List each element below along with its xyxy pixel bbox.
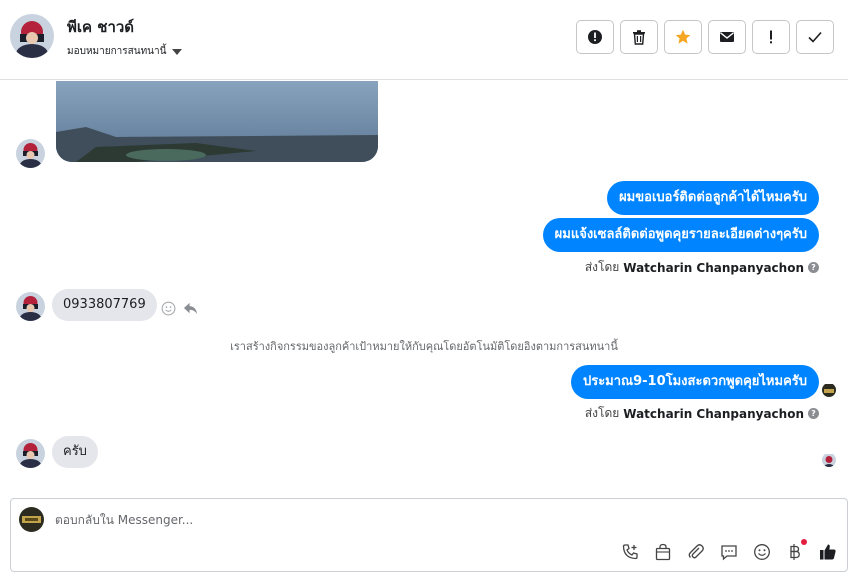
conversation-header: พีเค ชาวด์ มอบหมายการสนทนานี้: [0, 0, 848, 80]
outgoing-message[interactable]: ผมแจ้งเซลล์ติดต่อพูดคุยรายละเอียดต่างๆคร…: [542, 218, 819, 252]
seen-avatar: [822, 453, 836, 467]
reply-input[interactable]: [55, 511, 615, 529]
contact-avatar-small: [16, 439, 45, 468]
attach-button[interactable]: [687, 543, 705, 561]
reply-icon[interactable]: [182, 301, 199, 316]
shared-photo[interactable]: [56, 81, 378, 162]
thumbs-up-icon: [820, 544, 836, 560]
incoming-message[interactable]: 0933807769: [52, 289, 157, 321]
message-hover-actions: [161, 301, 199, 316]
assign-label: มอบหมายการสนทนานี้: [67, 46, 167, 57]
mark-done-button[interactable]: [796, 20, 834, 54]
composer-toolbar: [621, 539, 837, 561]
shopping-bag-icon: [655, 543, 671, 561]
sent-by-prefix: ส่งโดย: [584, 406, 620, 420]
mark-unread-button[interactable]: [708, 20, 746, 54]
outgoing-message[interactable]: ผมขอเบอร์ติดต่อลูกค้าได้ไหมครับ: [607, 181, 819, 215]
chat-bubble-icon: [721, 545, 737, 561]
exclamation-icon: [770, 30, 772, 44]
seen-avatar: [822, 383, 836, 397]
sent-by-label: ส่งโดย Watcharin Chanpanyachon ?: [585, 258, 819, 277]
call-button[interactable]: [621, 543, 639, 561]
saved-replies-button[interactable]: [720, 543, 738, 561]
header-actions: [576, 20, 834, 54]
help-icon[interactable]: ?: [808, 408, 819, 419]
trash-icon: [633, 30, 645, 45]
contact-avatar-small: [16, 292, 45, 321]
phone-plus-icon: [622, 544, 638, 560]
star-button[interactable]: [664, 20, 702, 54]
page-avatar: [19, 507, 44, 532]
contact-avatar-small: [16, 139, 45, 168]
like-button[interactable]: [819, 543, 837, 561]
check-icon: [808, 31, 822, 43]
messenger-conversation: พีเค ชาวด์ มอบหมายการสนทนานี้ ผมขอเบอร์ต…: [0, 0, 848, 580]
help-icon[interactable]: ?: [808, 262, 819, 273]
outgoing-message[interactable]: ประมาณ9-10โมงสะดวกพูดคุยไหมครับ: [570, 365, 819, 399]
shop-button[interactable]: [654, 543, 672, 561]
notification-dot: [801, 539, 807, 545]
caret-down-icon: [172, 48, 183, 55]
envelope-icon: [720, 32, 734, 42]
sender-name: Watcharin Chanpanyachon: [623, 406, 804, 421]
emoji-button[interactable]: [753, 543, 771, 561]
star-icon: [675, 29, 691, 44]
contact-name: พีเค ชาวด์: [67, 18, 135, 36]
delete-button[interactable]: [620, 20, 658, 54]
sender-name: Watcharin Chanpanyachon: [623, 260, 804, 275]
paperclip-icon: [688, 544, 704, 559]
contact-avatar[interactable]: [10, 14, 54, 58]
payment-button[interactable]: [786, 539, 807, 561]
sent-by-prefix: ส่งโดย: [584, 260, 620, 274]
mark-spam-button[interactable]: [576, 20, 614, 54]
follow-up-button[interactable]: [752, 20, 790, 54]
assign-conversation-dropdown[interactable]: มอบหมายการสนทนานี้: [67, 44, 183, 59]
system-notice: เราสร้างกิจกรรมของลูกค้าเป้าหมายให้กับคุ…: [230, 340, 618, 353]
baht-icon: [790, 544, 800, 560]
emoji-react-icon[interactable]: [161, 301, 176, 316]
smiley-icon: [754, 544, 770, 560]
sent-by-label: ส่งโดย Watcharin Chanpanyachon ?: [585, 404, 819, 423]
incoming-message[interactable]: ครับ: [52, 436, 98, 468]
alert-circle-icon: [588, 30, 602, 44]
message-thread[interactable]: ผมขอเบอร์ติดต่อลูกค้าได้ไหมครับ ผมแจ้งเซ…: [0, 81, 848, 497]
reply-composer: [10, 498, 848, 572]
